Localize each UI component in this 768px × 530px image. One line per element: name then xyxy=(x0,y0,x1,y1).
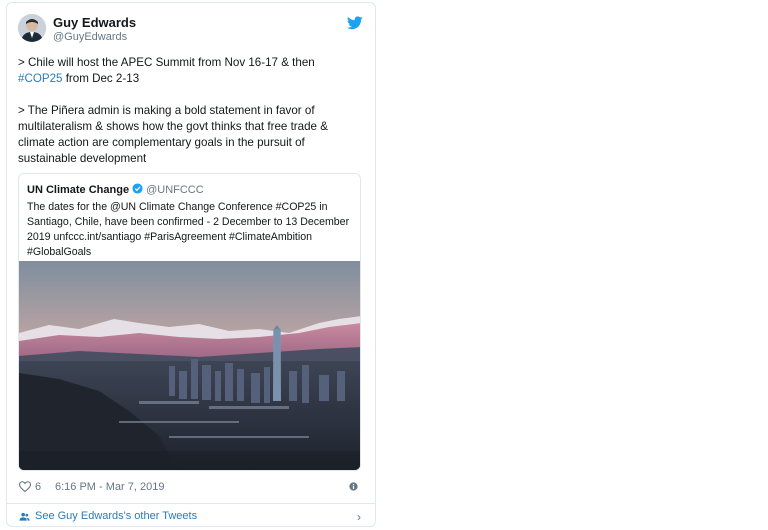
author-name[interactable]: Guy Edwards xyxy=(53,15,136,30)
tweet-timestamp[interactable]: 6:16 PM - Mar 7, 2019 xyxy=(55,481,164,493)
tweet-paragraph-2: > The Piñera admin is making a bold stat… xyxy=(18,104,328,165)
like-count[interactable]: 6 xyxy=(35,481,41,493)
quoted-author-handle[interactable]: @UNFCCC xyxy=(146,184,204,196)
hashtag-cop25-link[interactable]: #COP25 xyxy=(18,72,62,85)
tweet-paragraph-1: > Chile will host the APEC Summit from N… xyxy=(18,56,315,85)
chevron-right-icon: › xyxy=(357,510,361,524)
see-more-tweets-label[interactable]: See Guy Edwards's other Tweets xyxy=(35,510,197,522)
quoted-tweet-text: The dates for the @UN Climate Change Con… xyxy=(27,201,350,258)
see-more-tweets-link[interactable]: See Guy Edwards's other Tweets › xyxy=(7,503,375,528)
quoted-tweet[interactable]: UN Climate Change @UNFCCC The dates for t… xyxy=(18,173,361,471)
author-handle[interactable]: @GuyEdwards xyxy=(53,31,127,43)
tweet-body: > Chile will host the APEC Summit from N… xyxy=(18,55,358,167)
quoted-author-name[interactable]: UN Climate Change xyxy=(27,184,129,196)
info-icon[interactable] xyxy=(349,482,358,491)
twitter-bird-icon[interactable] xyxy=(347,16,363,30)
verified-badge-icon xyxy=(132,183,143,194)
people-icon xyxy=(19,512,30,521)
embedded-tweet-card[interactable]: Guy Edwards @GuyEdwards > Chile will hos… xyxy=(6,2,376,527)
santiago-skyline-image[interactable] xyxy=(19,261,361,471)
tweet-header: Guy Edwards @GuyEdwards xyxy=(18,14,363,46)
quoted-tweet-header: UN Climate Change @UNFCCC xyxy=(27,183,204,196)
tweet-meta: 6 6:16 PM - Mar 7, 2019 xyxy=(19,480,363,496)
heart-icon[interactable] xyxy=(19,481,31,492)
avatar[interactable] xyxy=(18,14,46,42)
